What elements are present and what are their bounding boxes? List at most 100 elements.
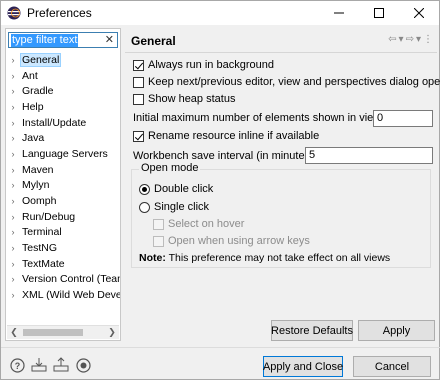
max-elements-input[interactable]: 0 <box>373 110 433 127</box>
keep-dialog-open-checkbox[interactable]: Keep next/previous editor, view and pers… <box>133 76 440 88</box>
tree-item[interactable]: › Run/Debug <box>6 209 120 225</box>
clear-filter-icon[interactable]: ✕ <box>105 33 114 47</box>
horizontal-scrollbar[interactable]: ❮ ❯ <box>7 325 119 339</box>
expand-chevron-icon[interactable]: › <box>6 118 20 128</box>
back-icon[interactable]: ⇦ <box>388 34 396 45</box>
expand-chevron-icon[interactable]: › <box>6 227 20 237</box>
open-arrow-keys-checkbox[interactable]: Open when using arrow keys <box>153 235 310 247</box>
tree-item-label: Version Control (Team) <box>22 273 120 286</box>
double-click-radio[interactable]: Double click <box>139 183 213 195</box>
tree-item-label: TextMate <box>22 257 65 270</box>
tree-item-label: Run/Debug <box>22 210 76 223</box>
expand-chevron-icon[interactable]: › <box>6 149 20 159</box>
preference-tree[interactable]: › General › Ant › Gradle › Help › Install/Update ›… <box>6 52 120 303</box>
expand-chevron-icon[interactable]: › <box>6 196 20 206</box>
always-run-background-checkbox[interactable]: Always run in background <box>133 59 274 71</box>
preferences-window: Preferences type filter text ✕ › General ›… <box>0 0 440 380</box>
scrollbar-thumb[interactable] <box>23 329 83 336</box>
tree-item[interactable]: › General <box>6 52 120 68</box>
tree-item[interactable]: › Java <box>6 130 120 146</box>
select-on-hover-checkbox[interactable]: Select on hover <box>153 218 244 230</box>
radio-circle[interactable] <box>139 183 150 195</box>
tree-item-label: Language Servers <box>22 147 108 160</box>
view-menu-icon[interactable]: ⋮ <box>423 34 433 45</box>
page-navigation: ⇦ ▾ ⇨ ▾ ⋮ <box>388 34 433 45</box>
checkbox-box[interactable] <box>133 93 144 105</box>
filter-input[interactable]: type filter text ✕ <box>8 32 118 48</box>
checkbox-label: Rename resource inline if available <box>148 130 320 142</box>
expand-chevron-icon[interactable]: › <box>6 133 20 143</box>
expand-chevron-icon[interactable]: › <box>6 55 20 65</box>
forward-icon[interactable]: ⇨ <box>406 34 414 45</box>
forward-menu-icon[interactable]: ▾ <box>416 34 421 45</box>
close-button[interactable] <box>399 1 439 25</box>
save-interval-field: Workbench save interval (in minutes): <box>133 150 317 162</box>
tree-item[interactable]: › TestNG <box>6 240 120 256</box>
tree-item[interactable]: › Language Servers <box>6 146 120 162</box>
checkbox-label: Keep next/previous editor, view and pers… <box>148 76 440 88</box>
tree-item-label: XML (Wild Web Developer) <box>22 289 120 302</box>
checkbox-box[interactable] <box>153 235 164 247</box>
rename-inline-checkbox[interactable]: Rename resource inline if available <box>133 130 319 142</box>
record-icon[interactable] <box>75 357 91 373</box>
expand-chevron-icon[interactable]: › <box>6 259 20 269</box>
tree-item-label: Gradle <box>22 85 54 98</box>
import-icon[interactable] <box>31 357 47 373</box>
checkbox-box[interactable] <box>153 218 164 230</box>
tree-item[interactable]: › Gradle <box>6 83 120 99</box>
minimize-button[interactable] <box>319 1 359 25</box>
apply-and-close-button[interactable]: Apply and Close <box>263 356 343 377</box>
checkbox-box[interactable] <box>133 76 144 88</box>
help-icon[interactable]: ? <box>9 357 25 373</box>
apply-button[interactable]: Apply <box>358 320 435 341</box>
filter-input-text[interactable]: type filter text <box>11 33 79 47</box>
checkbox-box[interactable] <box>133 130 144 142</box>
expand-chevron-icon[interactable]: › <box>6 86 20 96</box>
maximize-button[interactable] <box>359 1 399 25</box>
tree-item-label: Oomph <box>22 195 57 208</box>
single-click-radio[interactable]: Single click <box>139 201 209 213</box>
preference-tree-pane: type filter text ✕ › General › Ant › Gradle › H… <box>5 28 121 341</box>
expand-chevron-icon[interactable]: › <box>6 274 20 284</box>
expand-chevron-icon[interactable]: › <box>6 243 20 253</box>
tree-item[interactable]: › Oomph <box>6 193 120 209</box>
tree-item[interactable]: › Mylyn <box>6 178 120 194</box>
save-interval-input[interactable]: 5 <box>305 147 433 164</box>
tree-item-label: TestNG <box>22 242 58 255</box>
expand-chevron-icon[interactable]: › <box>6 180 20 190</box>
general-preference-page: General ⇦ ▾ ⇨ ▾ ⋮ Always run in backgrou… <box>125 28 440 341</box>
tree-item-label: Terminal <box>22 226 62 239</box>
svg-text:?: ? <box>14 361 20 371</box>
restore-defaults-button[interactable]: Restore Defaults <box>271 320 353 341</box>
radio-label: Single click <box>154 201 210 213</box>
show-heap-status-checkbox[interactable]: Show heap status <box>133 93 235 105</box>
tree-item[interactable]: › Install/Update <box>6 115 120 131</box>
tree-item[interactable]: › Maven <box>6 162 120 178</box>
back-menu-icon[interactable]: ▾ <box>399 34 404 45</box>
expand-chevron-icon[interactable]: › <box>6 290 20 300</box>
maximize-icon <box>374 8 384 18</box>
eclipse-icon <box>7 6 21 20</box>
scroll-left-icon[interactable]: ❮ <box>7 326 21 339</box>
tree-item[interactable]: › Version Control (Team) <box>6 272 121 288</box>
tree-item[interactable]: › TextMate <box>6 256 120 272</box>
scroll-right-icon[interactable]: ❯ <box>105 326 119 339</box>
expand-chevron-icon[interactable]: › <box>6 165 20 175</box>
expand-chevron-icon[interactable]: › <box>6 71 20 81</box>
tree-item[interactable]: › Ant <box>6 68 120 84</box>
checkbox-box[interactable] <box>133 59 144 71</box>
bottom-separator <box>1 347 440 348</box>
tree-item-label: Java <box>22 132 45 145</box>
tree-item[interactable]: › Help <box>6 99 120 115</box>
expand-chevron-icon[interactable]: › <box>6 212 20 222</box>
tree-item[interactable]: › Terminal <box>6 225 120 241</box>
expand-chevron-icon[interactable]: › <box>6 102 20 112</box>
bottom-toolbar: ? <box>9 357 91 373</box>
cancel-button[interactable]: Cancel <box>353 356 431 377</box>
tree-item[interactable]: ›XML (Wild Web Developer) <box>6 287 121 303</box>
export-icon[interactable] <box>53 357 69 373</box>
radio-circle[interactable] <box>139 201 150 213</box>
tree-item-label: Maven <box>22 163 54 176</box>
checkbox-label: Select on hover <box>168 218 245 230</box>
tree-item-label: Mylyn <box>22 179 50 192</box>
